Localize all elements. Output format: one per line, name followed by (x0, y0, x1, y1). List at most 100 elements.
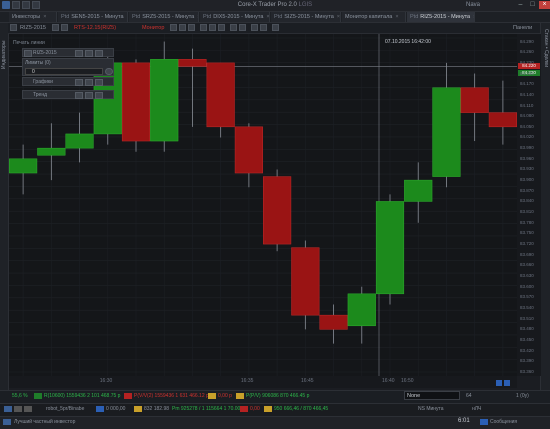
toolbar-monitor[interactable]: Монитор (142, 24, 164, 32)
candle-body[interactable] (206, 62, 235, 128)
status-messages[interactable]: Сообщения (490, 419, 517, 425)
candle-body[interactable] (37, 147, 66, 156)
left-sidebar-label[interactable]: Индикаторы (1, 29, 7, 69)
candle-body[interactable] (347, 293, 376, 327)
tool-icon-8[interactable] (239, 24, 246, 31)
tool-icon-4[interactable] (200, 24, 207, 31)
tool-icon-7[interactable] (230, 24, 237, 31)
chart-settings-icon[interactable] (10, 24, 17, 31)
lock-icon[interactable] (85, 50, 93, 57)
toggle-icon[interactable] (105, 68, 113, 75)
robot-right[interactable]: нЛЧ (472, 406, 481, 412)
close-button[interactable]: × (539, 1, 550, 9)
minimize-button[interactable]: – (515, 1, 526, 9)
candle-body[interactable] (150, 59, 179, 142)
candle-body[interactable] (263, 176, 292, 245)
toolbar-panels[interactable]: Панели (513, 24, 532, 32)
toolbar-symbol[interactable]: RIZ5-2015 (20, 24, 46, 32)
price-chart[interactable]: 07.10.2015 16:42:00 Печать линии RIZ5-20… (9, 34, 517, 376)
tab-close-icon[interactable]: × (197, 14, 198, 20)
tab-close-icon[interactable]: × (127, 14, 128, 20)
overlay-panel-symbol[interactable]: RIZ5-2015 (22, 48, 114, 57)
candle-body[interactable] (9, 158, 38, 174)
tool-icon-2[interactable] (179, 24, 186, 31)
time-tick: 16:50 (401, 378, 414, 384)
maximize-button[interactable]: □ (527, 1, 538, 9)
lock-icon[interactable] (85, 79, 93, 86)
tab-sen5[interactable]: PtdSEN5-2015 - Минута× (58, 12, 128, 22)
time-axis[interactable]: 16:30 16:35 16:40 16:45 16:50 (9, 376, 517, 388)
price-tick: 83.420 (520, 347, 534, 353)
tab-close-icon[interactable]: × (473, 14, 474, 20)
tool-icon-11[interactable] (272, 24, 279, 31)
quantity-input[interactable]: None (404, 391, 460, 400)
tab-srz5[interactable]: PtdSRZ5-2015 - Минута× (129, 12, 199, 22)
tool-icon-10[interactable] (260, 24, 267, 31)
tab-close-icon[interactable]: × (395, 14, 398, 20)
candle-body[interactable] (432, 87, 461, 177)
messages-icon[interactable] (480, 419, 488, 425)
folder-icon[interactable] (75, 79, 83, 86)
coins-icon (264, 406, 272, 412)
refresh-icon[interactable] (52, 24, 59, 31)
coins-icon[interactable] (236, 393, 244, 399)
user-name[interactable]: Nava (466, 2, 480, 8)
candle-body[interactable] (319, 314, 348, 330)
limits-input[interactable]: 0 (25, 68, 103, 75)
tab-riz5[interactable]: PtdRIZ5-2015 - Минута× (407, 12, 475, 22)
candle-body[interactable] (234, 126, 263, 174)
tool-icon-1[interactable] (170, 24, 177, 31)
image-icon[interactable] (95, 50, 103, 57)
candle-body[interactable] (291, 247, 320, 316)
right-sidebar-label[interactable]: Стакан • Сделки (542, 29, 549, 89)
price-tick: 83.960 (520, 155, 534, 161)
overlay-panel-trend[interactable]: Тренд (22, 90, 114, 99)
candle-body[interactable] (404, 179, 433, 202)
folder-icon[interactable] (75, 92, 83, 99)
tool-icon-5[interactable] (209, 24, 216, 31)
candle-body[interactable] (178, 59, 207, 67)
tab-close-icon[interactable]: × (266, 14, 269, 20)
tool-icon-3[interactable] (188, 24, 195, 31)
play-icon[interactable] (4, 406, 12, 412)
candle-body[interactable] (121, 62, 151, 142)
scroll-left-icon[interactable] (496, 380, 502, 386)
lock-icon[interactable] (85, 92, 93, 99)
status-time: 6:01 (458, 418, 470, 424)
candle-body[interactable] (460, 87, 489, 113)
price-axis[interactable]: 84.220 84.220 84.290 84.260 84.230 84.200 84… (517, 34, 541, 376)
tab-investors[interactable]: Инвесторы × (9, 12, 57, 22)
tool-icon-9[interactable] (251, 24, 258, 31)
right-sidebar[interactable]: Стакан • Сделки (540, 23, 550, 408)
folder-icon[interactable] (75, 50, 83, 57)
left-sidebar[interactable]: Индикаторы (0, 23, 9, 408)
tab-capital-monitor[interactable]: Монитор капитала × (342, 12, 406, 22)
qty-right: 64 (466, 393, 472, 399)
overlay-panel-limits[interactable]: Лимиты (0) 0 (22, 58, 114, 76)
toolbar-instrument[interactable]: RTS-12.15(RIZ5) (74, 24, 116, 32)
stop-icon[interactable] (14, 406, 22, 412)
scroll-right-icon[interactable] (504, 380, 510, 386)
candle-body[interactable] (375, 201, 405, 295)
order-field-4: P(P/V) 906086 870 466.45 р (246, 393, 310, 399)
arrow-icon[interactable] (61, 24, 68, 31)
overlay-panel-charts[interactable]: Графики (22, 77, 114, 86)
image-icon[interactable] (95, 92, 103, 99)
tab-close-icon[interactable]: × (337, 14, 340, 20)
image-icon[interactable] (95, 79, 103, 86)
robot-name[interactable]: robot_5pr/Binabe (46, 406, 84, 412)
sell-icon[interactable] (124, 393, 132, 399)
panel-limits-title: Лимиты (0) (25, 60, 51, 66)
price-tick: 84.080 (520, 113, 534, 119)
tab-close-icon[interactable]: × (43, 14, 46, 20)
buy-icon[interactable] (34, 393, 42, 399)
robot-account[interactable]: NS Минута (418, 406, 444, 412)
settings-icon[interactable] (24, 406, 32, 412)
panel-symbol-icon (24, 50, 32, 57)
tab-siz5[interactable]: Ptd SIZ5-2015 - Минута × (271, 12, 341, 22)
candle-body[interactable] (65, 133, 94, 149)
wallet-icon[interactable] (208, 393, 216, 399)
tab-dix5[interactable]: Ptd DIX5-2015 - Минута × (200, 12, 270, 22)
tool-icon-6[interactable] (218, 24, 225, 31)
candle-body[interactable] (488, 112, 517, 128)
